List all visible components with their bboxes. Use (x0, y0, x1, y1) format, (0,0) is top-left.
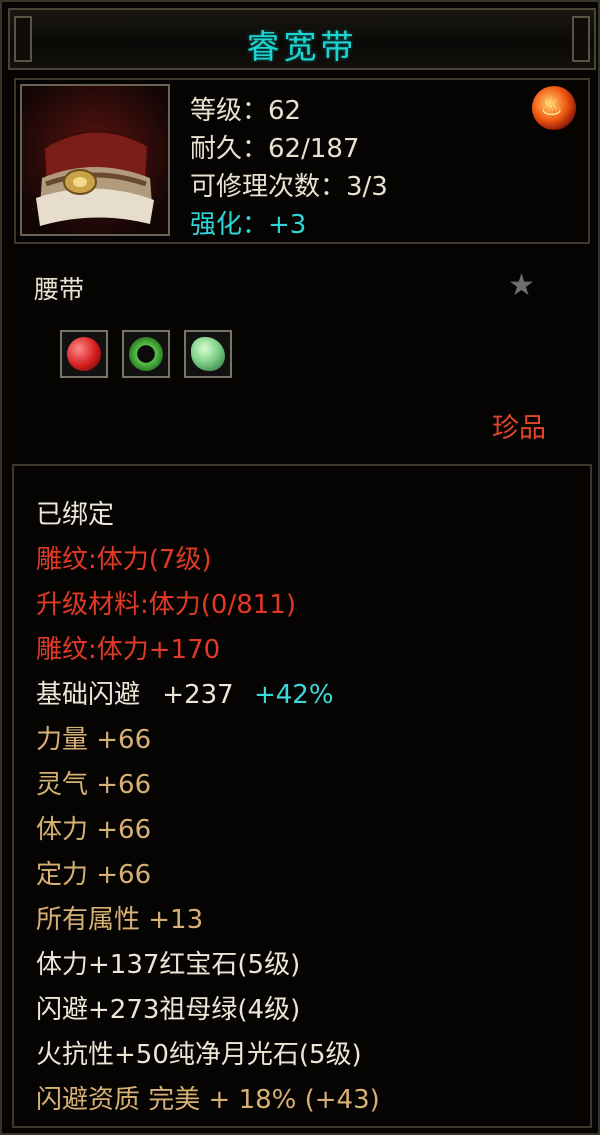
engrave-bonus: 雕纹:体力+170 (36, 635, 221, 665)
item-rarity: 珍品 (492, 413, 546, 444)
base-dodge-percent: +42% (253, 680, 334, 710)
item-type: 腰带 (34, 275, 85, 304)
base-dodge-value: +237 (162, 680, 234, 710)
base-dodge-label: 基础闪避 (36, 680, 141, 710)
item-level: 等级：62 (190, 96, 302, 126)
dodge-quality: 闪避资质 完美 + 18% (+43) (36, 1085, 380, 1115)
title-cap-right (572, 16, 590, 62)
gem-moonstone: 火抗性+50纯净月光石(5级) (36, 1040, 362, 1070)
waist-belt-icon (20, 84, 170, 236)
bound-status: 已绑定 (36, 500, 115, 530)
all-attributes: 所有属性 +13 (36, 905, 204, 935)
strength-attr: 力量 +66 (36, 725, 152, 755)
attribute-list: 已绑定 雕纹:体力(7级) 升级材料:体力(0/811) 雕纹:体力+170 基… (36, 494, 380, 1124)
gem-ruby: 体力+137红宝石(5级) (36, 950, 301, 980)
gem-emerald: 闪避+273祖母绿(4级) (36, 995, 301, 1025)
focus-attr: 定力 +66 (36, 860, 152, 890)
stamina-attr: 体力 +66 (36, 815, 152, 845)
item-repair-count: 可修理次数：3/3 (190, 172, 388, 202)
moonstone-gem-icon[interactable] (184, 330, 232, 378)
emerald-ring-icon[interactable] (122, 330, 170, 378)
item-enhance: 强化：+3 (190, 210, 307, 240)
item-stats: 等级：62 耐久：62/187 可修理次数：3/3 强化：+3 (190, 90, 388, 242)
engrave-level: 雕纹:体力(7级) (36, 545, 212, 575)
upgrade-material: 升级材料:体力(0/811) (36, 590, 296, 620)
item-durability: 耐久：62/187 (190, 134, 360, 164)
item-title: 睿宽带 (246, 27, 358, 66)
base-dodge: 基础闪避 +237 +42% (36, 674, 380, 719)
ruby-gem-icon[interactable] (60, 330, 108, 378)
spirit-attr: 灵气 +66 (36, 770, 152, 800)
item-tooltip: 睿宽带 等级：62 耐久：62/187 可修理次数：3/3 强化：+3 ♨ 腰带… (0, 0, 600, 1135)
dragon-emblem-icon: ♨ (532, 86, 576, 130)
title-bar: 睿宽带 (8, 8, 596, 70)
star-icon[interactable]: ★ (508, 268, 535, 303)
